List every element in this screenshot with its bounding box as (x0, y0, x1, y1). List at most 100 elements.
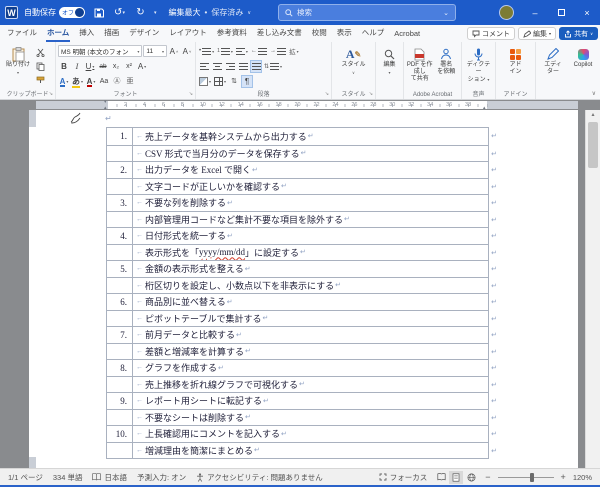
font-name-select[interactable]: MS 明朝 (本文のフォン ▾ (58, 45, 142, 57)
collapse-ribbon-icon[interactable]: ∨ (592, 90, 596, 97)
row-text-cell[interactable]: ←表示形式を「yyyy/mm/dd」に設定する↵ (133, 245, 488, 261)
row-text-cell[interactable]: ←出力データを Excel で開く↵ (133, 162, 488, 178)
row-number-cell[interactable]: 6. (107, 294, 133, 310)
row-number-cell[interactable]: 10. (107, 426, 133, 442)
first-line-indent-marker[interactable]: ▾ (104, 100, 107, 104)
accessibility-status[interactable]: アクセシビリティ: 問題ありません (196, 472, 323, 483)
row-number-cell[interactable] (107, 278, 133, 294)
tab-ファイル[interactable]: ファイル (2, 24, 42, 42)
read-mode-button[interactable] (434, 471, 448, 484)
row-text-cell[interactable]: ←CSV 形式で当月分のデータを保存する↵ (133, 146, 488, 162)
align-left-icon[interactable] (198, 60, 210, 73)
row-number-cell[interactable] (107, 311, 133, 327)
request-signatures-button[interactable]: 署名 を依頼 (433, 44, 459, 88)
restore-button[interactable] (548, 0, 574, 25)
clipboard-dialog-launcher-icon[interactable]: ↘ (49, 92, 53, 97)
tab-Acrobat[interactable]: Acrobat (389, 26, 425, 42)
tab-ホーム[interactable]: ホーム (42, 24, 74, 42)
italic-icon[interactable]: I (71, 60, 83, 73)
print-layout-button[interactable] (449, 471, 463, 484)
addins-button[interactable]: アド イン (498, 44, 533, 76)
cut-icon[interactable] (34, 46, 46, 59)
shrink-font-icon[interactable]: A˅ (181, 45, 193, 58)
avatar[interactable] (499, 5, 514, 20)
paste-button[interactable]: 貼り付け ▾ (2, 44, 34, 88)
row-text-cell[interactable]: ←前月データと比較する↵ (133, 327, 488, 343)
row-number-cell[interactable]: 3. (107, 195, 133, 211)
row-text-cell[interactable]: ←グラフを作成する↵ (133, 360, 488, 376)
row-text-cell[interactable]: ←レポート用シートに転記する↵ (133, 393, 488, 409)
row-text-cell[interactable]: ←文字コードが正しいかを確認する↵ (133, 179, 488, 195)
bullets-icon[interactable]: •▾ (198, 45, 215, 58)
close-button[interactable]: × (574, 0, 600, 25)
row-text-cell[interactable]: ←売上データを基幹システムから出力する↵ (133, 128, 488, 145)
character-shading-icon[interactable]: Aa (98, 75, 110, 88)
word-count[interactable]: 334 単語 (53, 472, 83, 483)
editing-find-button[interactable]: 編集 ▾ (378, 44, 401, 76)
vertical-ruler[interactable] (29, 110, 36, 468)
zoom-slider[interactable] (498, 477, 554, 478)
ime-prediction[interactable]: 予測入力: オン (137, 472, 186, 483)
autosave-switch[interactable]: オフ (59, 7, 85, 18)
row-number-cell[interactable]: 9. (107, 393, 133, 409)
row-text-cell[interactable]: ←内部管理用コードなど集計不要な項目を除外する↵ (133, 212, 488, 228)
row-number-cell[interactable] (107, 179, 133, 195)
change-case-icon[interactable]: A▾ (136, 60, 148, 73)
tab-描画[interactable]: 描画 (99, 24, 124, 42)
row-text-cell[interactable]: ←不要な列を削除する↵ (133, 195, 488, 211)
grow-font-icon[interactable]: A˄ (168, 45, 180, 58)
share-button[interactable]: 共有 ∨ (559, 27, 598, 40)
quick-access-caret-icon[interactable]: ▾ (154, 10, 157, 16)
increase-indent-icon[interactable]: → (269, 45, 287, 58)
row-number-cell[interactable]: 4. (107, 228, 133, 244)
highlight-color-icon[interactable]: あ▾ (71, 75, 84, 88)
editor-button[interactable]: エディ ター (538, 44, 568, 88)
search-input[interactable]: 検索 ⌄ (278, 4, 456, 21)
font-dialog-launcher-icon[interactable]: ↘ (189, 92, 193, 97)
row-text-cell[interactable]: ←日付形式を統一する↵ (133, 228, 488, 244)
enclose-characters-icon[interactable]: Ⓐ (111, 75, 123, 88)
zoom-slider-knob[interactable] (530, 473, 534, 482)
row-text-cell[interactable]: ←売上推移を折れ線グラフで可視化する↵ (133, 377, 488, 393)
text-effects-icon[interactable]: A▾ (58, 75, 70, 88)
copy-icon[interactable] (34, 60, 46, 73)
row-number-cell[interactable] (107, 344, 133, 360)
superscript-icon[interactable]: x² (123, 60, 135, 73)
underline-icon[interactable]: U▾ (84, 60, 96, 73)
tab-レイアウト[interactable]: レイアウト (164, 24, 212, 42)
zoom-out-button[interactable]: − (485, 472, 490, 482)
sort-icon[interactable]: ⇅ (228, 75, 240, 88)
page-indicator[interactable]: 1/1 ページ (8, 472, 43, 483)
multilevel-list-icon[interactable]: ▾ (235, 45, 249, 58)
row-number-cell[interactable]: 8. (107, 360, 133, 376)
row-number-cell[interactable] (107, 212, 133, 228)
row-number-cell[interactable]: 1. (107, 128, 133, 145)
tab-ヘルプ[interactable]: ヘルプ (357, 24, 390, 42)
align-center-icon[interactable] (211, 60, 223, 73)
row-text-cell[interactable]: ←差額と増減率を計算する↵ (133, 344, 488, 360)
show-formatting-marks-icon[interactable]: ¶ (241, 75, 253, 88)
strikethrough-icon[interactable]: ab (97, 60, 109, 73)
row-text-cell[interactable]: ←不要なシートは削除する↵ (133, 410, 488, 426)
row-text-cell[interactable]: ←金額の表示形式を整える↵ (133, 261, 488, 277)
row-number-cell[interactable] (107, 377, 133, 393)
row-number-cell[interactable]: 5. (107, 261, 133, 277)
row-number-cell[interactable] (107, 146, 133, 162)
word-logo-icon[interactable]: W (5, 6, 18, 19)
row-text-cell[interactable]: ←ピボットテーブルで集計する↵ (133, 311, 488, 327)
tab-差し込み文書[interactable]: 差し込み文書 (252, 24, 307, 42)
dictation-button[interactable]: ディクテー ション ▾ (464, 44, 493, 84)
paragraph-dialog-launcher-icon[interactable]: ↘ (325, 92, 329, 97)
bold-icon[interactable]: B (58, 60, 70, 73)
row-number-cell[interactable] (107, 245, 133, 261)
autosave-toggle[interactable]: 自動保存 オフ (24, 7, 85, 18)
search-dropdown-icon[interactable]: ⌄ (443, 9, 449, 17)
redo-icon[interactable]: ↻ (133, 5, 148, 21)
asian-layout-icon[interactable]: 拡▾ (288, 45, 300, 58)
scroll-up-icon[interactable]: ▴ (586, 111, 600, 118)
align-right-icon[interactable] (224, 60, 236, 73)
font-size-select[interactable]: 11 ▾ (143, 45, 167, 57)
styles-button[interactable]: A✎ スタイル ∨ (334, 44, 373, 76)
save-icon[interactable] (91, 5, 106, 21)
styles-dialog-launcher-icon[interactable]: ↘ (369, 92, 373, 97)
